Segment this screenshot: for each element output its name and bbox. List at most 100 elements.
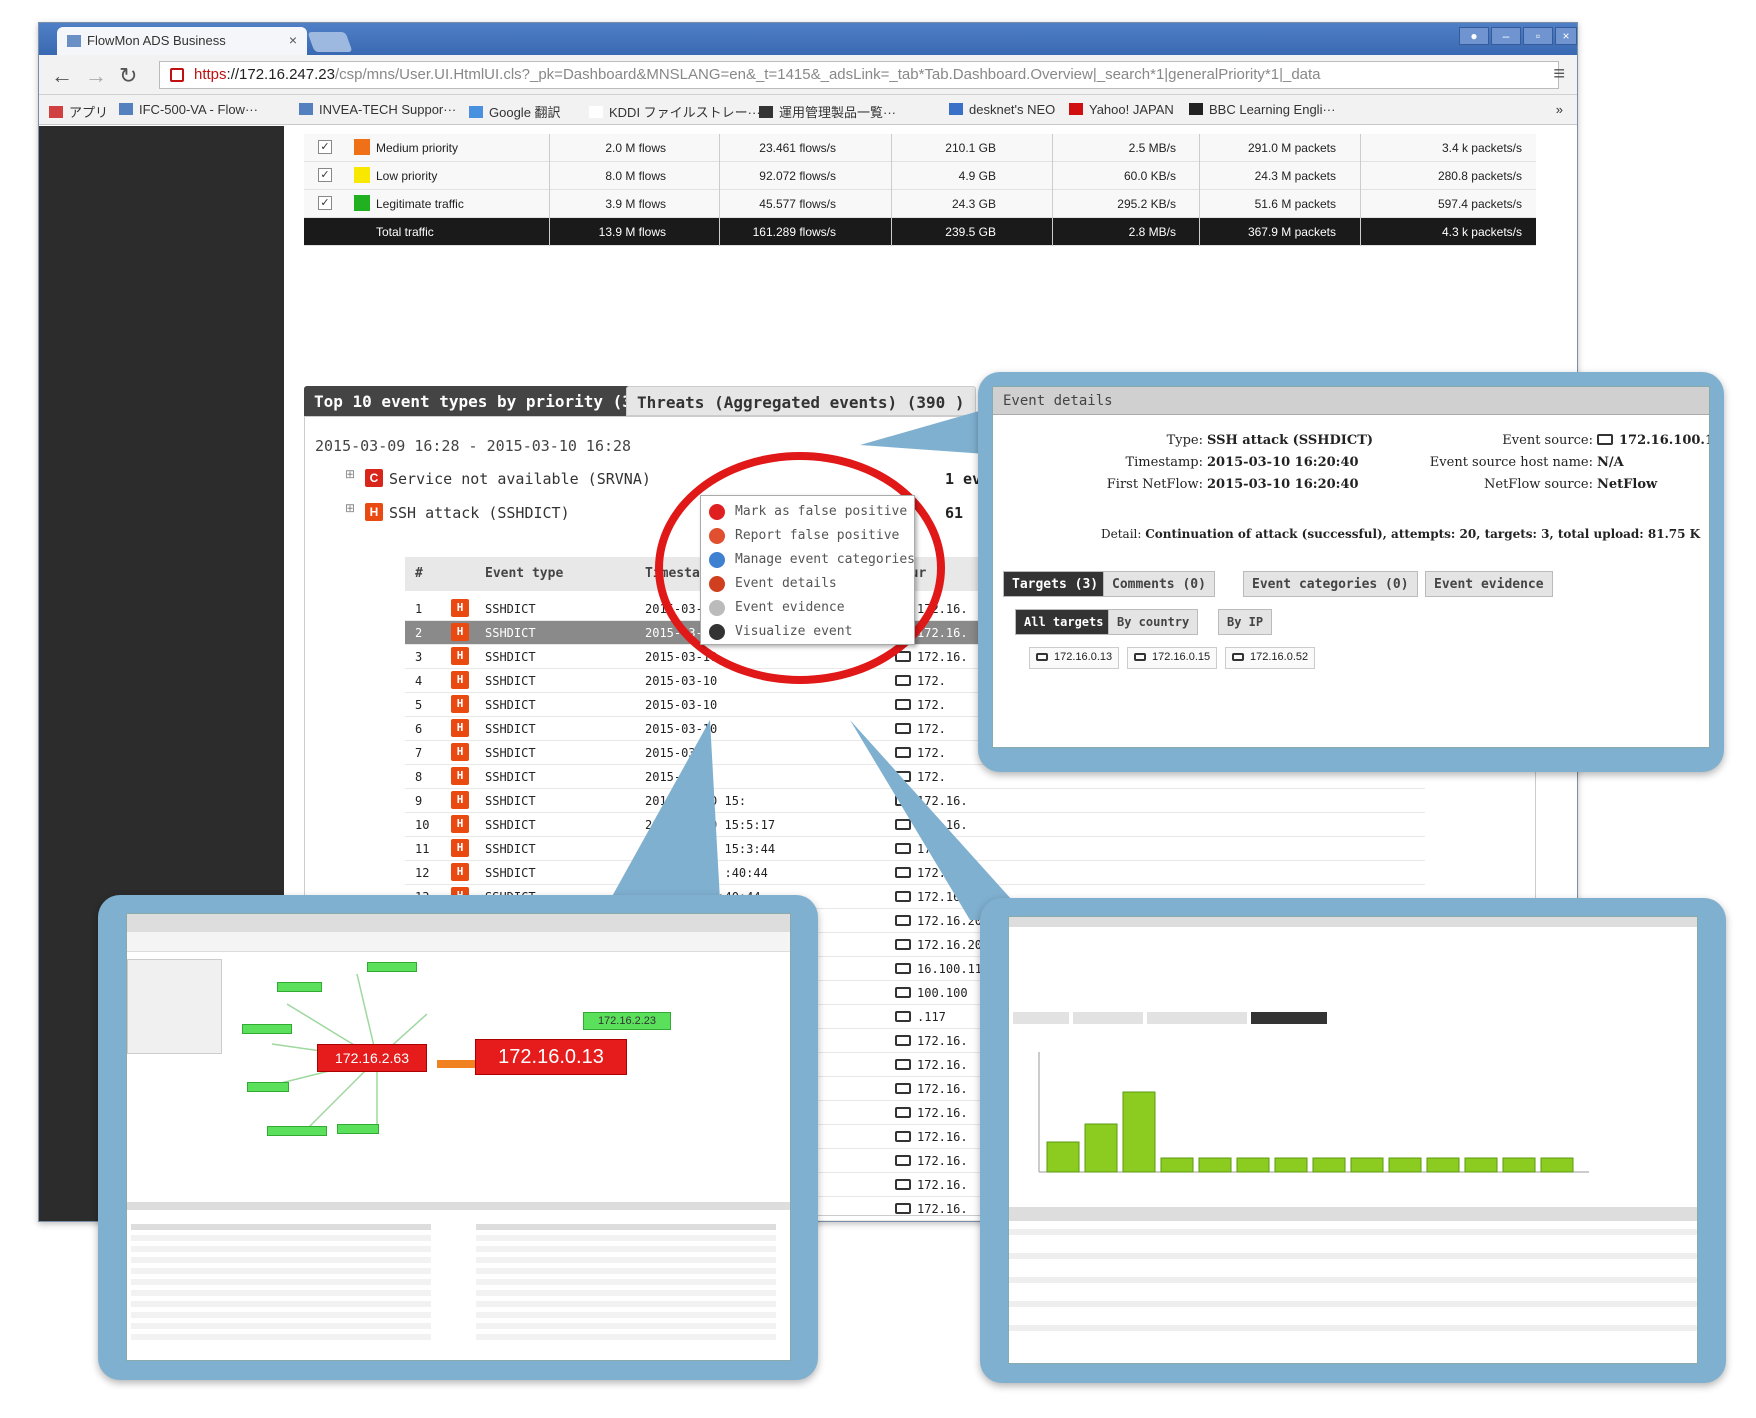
details-tab[interactable]: Comments (0) <box>1103 571 1215 597</box>
event-num: 10 <box>415 818 430 832</box>
target-chip[interactable]: 172.16.0.15 <box>1127 647 1218 669</box>
details-subtab[interactable]: By country <box>1108 609 1199 635</box>
event-group-label: Service not available (SRVNA) <box>389 470 651 488</box>
graph-node-source[interactable]: 172.16.2.63 <box>317 1044 427 1072</box>
event-source[interactable]: 172.16. <box>895 1058 968 1072</box>
stats-label: Low priority <box>376 169 438 183</box>
bookmark-item[interactable]: BBC Learning Engli··· <box>1189 102 1335 117</box>
maximize-button[interactable]: ▫ <box>1523 27 1553 45</box>
details-subtab[interactable]: All targets <box>1015 609 1113 635</box>
host-icon <box>1036 653 1048 661</box>
categories-icon <box>709 552 725 568</box>
context-menu-item[interactable]: Manage event categories <box>707 548 915 572</box>
url-host: ://172.16.247.23 <box>226 66 335 83</box>
event-source[interactable]: 172.16. <box>895 1130 968 1144</box>
graph-node[interactable] <box>247 1082 289 1092</box>
priority-checkbox[interactable]: ✓ <box>318 196 332 210</box>
forward-arrow-icon[interactable]: → <box>85 63 107 89</box>
context-menu-label: Manage event categories <box>735 552 916 567</box>
event-source[interactable]: 172.16. <box>895 1202 968 1216</box>
back-arrow-icon[interactable]: ← <box>51 63 73 89</box>
event-timestamp: 2015-03-10 <box>645 698 718 712</box>
event-source[interactable]: 172.16. <box>895 1154 968 1168</box>
bookmark-label: KDDI ファイルストレー··· <box>609 105 761 120</box>
event-details-title: Event details <box>993 387 1709 415</box>
graph-node-peer[interactable]: 172.16.2.23 <box>583 1012 671 1030</box>
evidence-bar <box>1236 1157 1270 1173</box>
target-chip[interactable]: 172.16.0.13 <box>1029 647 1120 669</box>
detail-field: NetFlow source: NetFlow <box>1413 477 1657 492</box>
details-tab[interactable]: Targets (3) <box>1003 571 1108 597</box>
host-icon <box>895 963 911 974</box>
event-source[interactable]: 172.16. <box>895 1106 968 1120</box>
event-source[interactable]: 100.100 <box>895 986 968 1000</box>
bookmark-item[interactable]: 運用管理製品一覧··· <box>759 102 896 121</box>
expand-icon[interactable]: ⊞ <box>345 501 355 515</box>
event-source[interactable]: 172.16. <box>895 1034 968 1048</box>
menu-icon[interactable]: ≡ <box>1553 63 1565 86</box>
priority-checkbox[interactable]: ✓ <box>318 140 332 154</box>
bookmark-item[interactable]: Yahoo! JAPAN <box>1069 102 1174 117</box>
stats-row: ✓ Low priority 8.0 M flows 92.072 flows/s 4.… <box>304 162 1536 190</box>
event-type: SSHDICT <box>485 602 536 616</box>
event-group-label: SSH attack (SSHDICT) <box>389 504 570 522</box>
bookmark-item[interactable]: IFC-500-VA - Flow··· <box>119 102 258 117</box>
event-source-ip: 172.16. <box>917 1034 968 1048</box>
event-source[interactable]: .117 <box>895 1010 946 1024</box>
graph-node[interactable] <box>277 982 322 992</box>
context-menu-label: Mark as false positive <box>735 504 908 519</box>
event-source[interactable]: 172.16. <box>895 1178 968 1192</box>
user-icon[interactable]: ● <box>1459 27 1489 45</box>
graph-node[interactable] <box>367 962 417 972</box>
graph-node[interactable] <box>242 1024 292 1034</box>
minimize-button[interactable]: – <box>1491 27 1521 45</box>
mini-controls <box>127 959 222 1054</box>
graph-node[interactable] <box>337 1124 379 1134</box>
detail-field-key: NetFlow source: <box>1484 477 1593 492</box>
detail-field-key: Event source: <box>1502 433 1593 448</box>
context-menu-item[interactable]: Event evidence <box>707 596 907 620</box>
context-menu-item[interactable]: Visualize event <box>707 620 907 644</box>
context-menu-item[interactable]: Mark as false positive <box>707 500 907 524</box>
stats-label: Medium priority <box>376 141 459 155</box>
event-type: SSHDICT <box>485 698 536 712</box>
event-source[interactable]: 16.100.117 <box>895 962 989 976</box>
stats-flows: 13.9 M flows <box>598 225 666 239</box>
priority-checkbox[interactable]: ✓ <box>318 168 332 182</box>
browser-tab[interactable]: FlowMon ADS Business × <box>57 27 307 55</box>
close-button[interactable]: × <box>1555 27 1577 45</box>
magnifier-icon <box>709 576 725 592</box>
details-subtab[interactable]: By IP <box>1218 609 1273 635</box>
tab-close-icon[interactable]: × <box>289 32 297 48</box>
date-range: 2015-03-09 16:28 - 2015-03-10 16:28 <box>315 437 632 455</box>
bookmark-item[interactable]: INVEA-TECH Suppor··· <box>299 102 456 117</box>
event-source[interactable]: 172.16. <box>895 650 968 664</box>
details-tab[interactable]: Event categories (0) <box>1243 571 1418 597</box>
stats-flow-rate: 23.461 flows/s <box>759 141 836 155</box>
event-source[interactable]: 172.16. <box>895 1082 968 1096</box>
bookmark-item[interactable]: desknet's NEO <box>949 102 1055 117</box>
expand-icon[interactable]: ⊞ <box>345 467 355 481</box>
target-chip[interactable]: 172.16.0.52 <box>1225 647 1316 669</box>
context-menu-label: Visualize event <box>735 624 853 639</box>
graph-node-target[interactable]: 172.16.0.13 <box>475 1039 627 1075</box>
browser-toolbar: ← → ↻ https://172.16.247.23/csp/mns/User… <box>39 55 1577 95</box>
bookmarks-more[interactable]: » <box>1556 102 1563 117</box>
details-tab[interactable]: Event evidence <box>1425 571 1553 597</box>
event-type: SSHDICT <box>485 722 536 736</box>
event-source[interactable]: 172. <box>895 674 946 688</box>
bookmark-item[interactable]: アプリ <box>49 102 108 121</box>
event-source-ip: 172.16. <box>917 626 968 640</box>
address-bar[interactable]: https://172.16.247.23/csp/mns/User.UI.Ht… <box>159 61 1559 89</box>
context-menu-item[interactable]: Report false positive <box>707 524 907 548</box>
bookmark-item[interactable]: Google 翻訳 <box>469 102 561 121</box>
severity-badge: H <box>451 743 469 761</box>
event-num: 4 <box>415 674 423 688</box>
graph-node[interactable] <box>267 1126 327 1136</box>
event-source-ip: 172.16. <box>917 1106 968 1120</box>
context-menu-item[interactable]: Event details <box>707 572 907 596</box>
bookmark-item[interactable]: KDDI ファイルストレー··· <box>589 102 761 121</box>
new-tab-button[interactable] <box>307 32 353 52</box>
reload-icon[interactable]: ↻ <box>119 63 137 89</box>
event-source[interactable]: 172. <box>895 698 946 712</box>
